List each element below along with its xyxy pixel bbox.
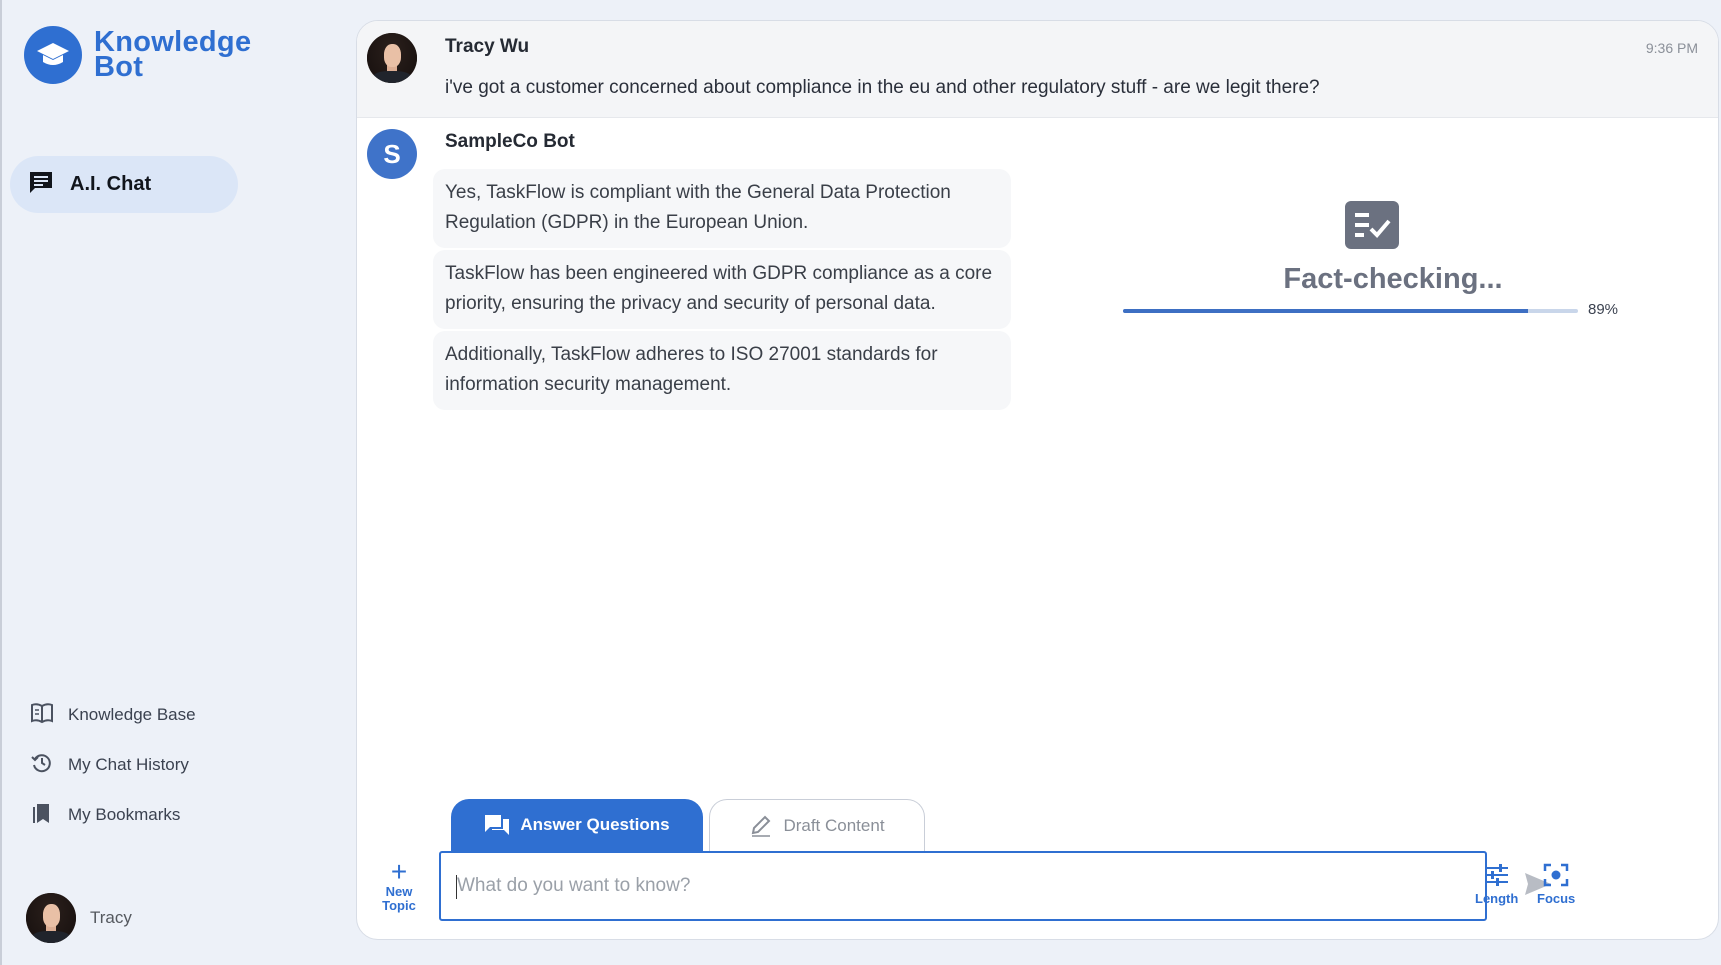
question-input-box xyxy=(439,851,1487,921)
bot-paragraph: TaskFlow has been engineered with GDPR c… xyxy=(433,250,1011,329)
fact-check-progress-bar xyxy=(1123,309,1578,313)
new-topic-label-1: New xyxy=(385,884,413,899)
chat-bubbles-icon xyxy=(484,813,510,837)
sidebar-item-label: A.I. Chat xyxy=(70,173,152,195)
text-caret xyxy=(456,875,457,899)
bot-paragraph: Yes, TaskFlow is compliant with the Gene… xyxy=(433,169,1011,248)
user-message: Tracy Wu 9:36 PM i've got a customer con… xyxy=(357,21,1718,118)
new-topic-label-2: Topic xyxy=(382,898,416,913)
focus-label: Focus xyxy=(1537,891,1576,906)
history-icon xyxy=(30,752,54,779)
sidebar-item-label: My Bookmarks xyxy=(68,805,181,824)
pencil-icon xyxy=(749,815,773,837)
bot-author: SampleCo Bot xyxy=(445,131,575,152)
sidebar-item-ai-chat[interactable]: A.I. Chat xyxy=(10,156,238,213)
logo: Knowledge Bot xyxy=(24,26,251,84)
checklist-icon xyxy=(1345,201,1399,249)
bot-avatar: S xyxy=(367,129,417,179)
logo-text: Knowledge Bot xyxy=(94,28,251,83)
tab-label: Answer Questions xyxy=(520,815,670,834)
tab-draft-content[interactable]: Draft Content xyxy=(709,799,925,851)
avatar xyxy=(26,893,76,943)
fact-check-status: Fact-checking... 89% xyxy=(1123,201,1643,321)
message-timestamp: 9:36 PM xyxy=(1645,40,1698,56)
user-name: Tracy xyxy=(90,908,132,927)
message-text: i've got a customer concerned about comp… xyxy=(445,77,1320,98)
bot-paragraph: Additionally, TaskFlow adheres to ISO 27… xyxy=(433,331,1011,410)
sidebar-nav: Knowledge Base My Chat History My Bookma… xyxy=(30,690,196,840)
book-icon xyxy=(30,702,54,729)
focus-button[interactable]: Focus xyxy=(1537,863,1575,906)
tab-answer-questions[interactable]: Answer Questions xyxy=(451,799,703,851)
chat-icon xyxy=(28,170,54,199)
sliders-icon xyxy=(1475,863,1518,887)
chat-panel: Tracy Wu 9:36 PM i've got a customer con… xyxy=(356,20,1719,940)
logo-line-2: Bot xyxy=(94,51,144,83)
fact-check-title: Fact-checking... xyxy=(1283,263,1503,295)
message-author: Tracy Wu xyxy=(445,36,530,57)
length-button[interactable]: Length xyxy=(1475,863,1518,906)
fact-check-percent: 89% xyxy=(1588,301,1619,318)
bookmark-icon xyxy=(30,801,54,830)
bot-message: Yes, TaskFlow is compliant with the Gene… xyxy=(433,169,1011,410)
focus-icon xyxy=(1537,863,1575,887)
fact-check-progress-fill xyxy=(1123,309,1528,313)
sidebar-item-label: My Chat History xyxy=(68,755,189,774)
question-input[interactable] xyxy=(441,853,1485,919)
sidebar-item-knowledge-base[interactable]: Knowledge Base xyxy=(30,690,196,740)
length-label: Length xyxy=(1475,891,1519,906)
new-topic-button[interactable]: + New Topic xyxy=(375,856,423,913)
sidebar: Knowledge Bot A.I. Chat Knowledge Base M… xyxy=(4,0,354,965)
sidebar-item-my-chat-history[interactable]: My Chat History xyxy=(30,740,196,790)
avatar xyxy=(367,33,417,83)
tab-label: Draft Content xyxy=(783,815,885,835)
app-window: Knowledge Bot A.I. Chat Knowledge Base M… xyxy=(0,0,1721,965)
plus-icon: + xyxy=(390,856,408,887)
sidebar-item-my-bookmarks[interactable]: My Bookmarks xyxy=(30,790,196,840)
user-profile[interactable]: Tracy xyxy=(26,893,132,943)
graduation-cap-icon xyxy=(24,26,82,84)
sidebar-item-label: Knowledge Base xyxy=(68,705,196,724)
